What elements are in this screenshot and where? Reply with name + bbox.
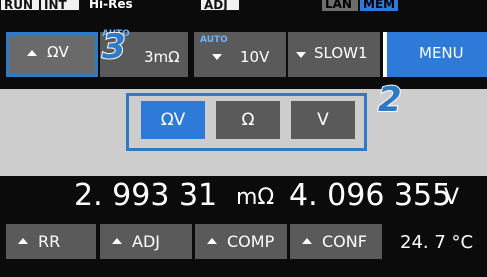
comp-label: COMP xyxy=(227,232,275,251)
function-button[interactable]: ΩV xyxy=(6,32,98,77)
triangle-up-icon xyxy=(207,237,217,244)
voltage-value: 4. 096 355 xyxy=(289,178,452,213)
voltage-unit: V xyxy=(444,185,460,210)
comp-button[interactable]: COMP xyxy=(195,224,287,259)
adj-button[interactable]: ADJ xyxy=(100,224,192,259)
speed-button[interactable]: SLOW1 xyxy=(288,32,380,77)
run-indicator: RUN xyxy=(0,0,40,12)
adj-label: ADJ xyxy=(132,232,160,251)
range-value: 3mΩ xyxy=(144,48,180,66)
triangle-down-icon xyxy=(296,52,306,58)
option-ohm-volt[interactable]: ΩV xyxy=(141,101,205,139)
voltage-range-button[interactable]: AUTO 10V xyxy=(194,32,286,77)
lan-indicator: LAN xyxy=(322,0,358,11)
menu-button[interactable]: MENU xyxy=(383,32,487,77)
voltage-range-value: 10V xyxy=(240,48,270,66)
adj-indicator: ADJ xyxy=(200,0,240,12)
resistance-value: 2. 993 31 xyxy=(74,178,218,213)
hires-indicator: Hi-Res xyxy=(89,0,133,11)
option-volt[interactable]: V xyxy=(291,101,355,139)
resistance-unit: mΩ xyxy=(236,185,275,210)
temperature-readout: 24. 7 °C xyxy=(400,232,474,253)
rr-button[interactable]: RR xyxy=(6,224,96,259)
option-ohm[interactable]: Ω xyxy=(216,101,280,139)
callout-3: 3 xyxy=(101,26,127,68)
menu-label: MENU xyxy=(419,44,464,62)
conf-button[interactable]: CONF xyxy=(290,224,382,259)
triangle-up-icon xyxy=(27,50,37,56)
triangle-up-icon xyxy=(112,237,122,244)
conf-label: CONF xyxy=(322,232,367,251)
int-indicator: INT xyxy=(40,0,80,12)
triangle-up-icon xyxy=(302,237,312,244)
triangle-down-icon xyxy=(212,54,222,60)
mem-indicator: MEM xyxy=(360,0,398,11)
speed-value: SLOW1 xyxy=(314,44,368,62)
voltage-auto-label: AUTO xyxy=(200,35,228,45)
triangle-up-icon xyxy=(18,237,28,244)
function-button-label: ΩV xyxy=(47,43,69,61)
callout-2: 2 xyxy=(377,79,403,121)
rr-label: RR xyxy=(38,232,61,251)
